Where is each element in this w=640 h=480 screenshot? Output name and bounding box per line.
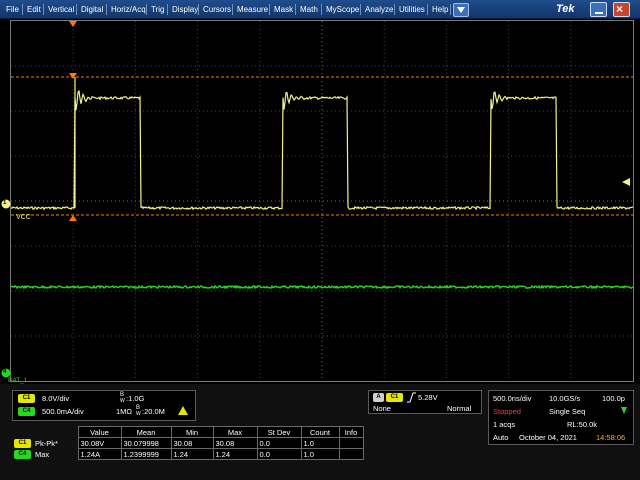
trigger-a-badge: A <box>373 393 384 402</box>
menu-dropdown-button[interactable] <box>453 3 469 17</box>
menu-digital[interactable]: Digital <box>78 0 106 19</box>
meas1-value: 30.08V <box>77 437 122 449</box>
ch1-marker-label: 1 <box>3 200 7 206</box>
meas1-badge: C1 <box>14 438 31 448</box>
warning-icon <box>178 406 188 415</box>
chevron-down-icon <box>457 7 465 13</box>
trigger-coupling: None <box>373 404 391 413</box>
menu-trig[interactable]: Trig <box>148 0 167 19</box>
menu-myscope[interactable]: MyScope <box>323 0 362 19</box>
ch4-impedance: 1MΩ <box>116 407 133 416</box>
ch1-label: VCC <box>16 214 31 221</box>
graticule <box>11 21 633 381</box>
col-count: Count <box>300 426 340 438</box>
col-value: Value <box>77 426 122 438</box>
clock-time: 14:58:06 <box>596 433 626 442</box>
menu-help[interactable]: Help <box>429 0 451 19</box>
ch1-waveform <box>11 89 633 211</box>
ch4-bw-sub: W <box>136 411 141 417</box>
sequence-mode[interactable]: Single Seq <box>549 407 585 416</box>
minimize-icon <box>595 12 603 14</box>
table-row[interactable]: C4 Max 1.24A 1.2399999 1.24 1.24 0.0 1.0 <box>12 448 364 460</box>
menu-measure[interactable]: Measure <box>234 0 271 19</box>
ch4-bandwidth: :20.0M <box>142 407 165 416</box>
measurement-header-row: Value Mean Min Max St Dev Count Info <box>12 426 364 438</box>
waveform-display[interactable] <box>10 20 634 382</box>
table-row[interactable]: C1 Pk-Pk* 30.08V 30.079998 30.08 30.08 0… <box>12 437 364 449</box>
ch4-waveform <box>11 284 633 290</box>
meas1-min: 30.08 <box>170 437 214 449</box>
cursor-marker-lower <box>69 215 77 221</box>
ch4-marker-label: 4 <box>3 369 7 375</box>
menu-math[interactable]: Math <box>297 0 321 19</box>
menu-edit[interactable]: Edit <box>24 0 44 19</box>
brand-logo: Tek <box>556 3 575 15</box>
meas2-name: Max <box>35 449 50 459</box>
measurement-table[interactable]: Value Mean Min Max St Dev Count Info C1 … <box>12 426 364 460</box>
meas2-count: 1.0 <box>300 448 340 460</box>
ch4-scale[interactable]: 500.0mA/div <box>42 407 84 416</box>
menu-file[interactable]: File <box>3 0 22 19</box>
menu-bar: File Edit Vertical Digital Horiz/Acq Tri… <box>0 0 640 19</box>
minimize-button[interactable] <box>590 2 607 17</box>
menu-mask[interactable]: Mask <box>271 0 296 19</box>
trigger-level-marker[interactable] <box>620 178 630 186</box>
menu-utilities[interactable]: Utilities <box>396 0 428 19</box>
meas2-info <box>338 448 364 460</box>
record-length: RL:50.0k <box>567 420 598 429</box>
ch4-label: BAT_1 <box>8 377 28 384</box>
meas2-max: 1.24 <box>212 448 258 460</box>
acquisition-status: Stopped <box>493 407 521 416</box>
meas2-min: 1.24 <box>170 448 214 460</box>
meas1-stdev: 0.0 <box>256 437 302 449</box>
menu-cursors[interactable]: Cursors <box>200 0 234 19</box>
col-info: Info <box>338 426 364 438</box>
ch1-bw-sub: W <box>120 398 125 404</box>
trigger-arrow-icon <box>621 407 627 414</box>
meas1-info <box>338 437 364 449</box>
col-max: Max <box>212 426 258 438</box>
meas1-max: 30.08 <box>212 437 258 449</box>
run-mode: Auto <box>493 433 509 442</box>
rising-edge-icon <box>407 392 416 403</box>
sample-rate: 10.0GS/s <box>549 394 581 403</box>
sample-interval: 100.0p <box>602 394 625 403</box>
ch1-scale[interactable]: 8.0V/div <box>42 394 69 403</box>
menu-analyze[interactable]: Analyze <box>362 0 396 19</box>
close-icon: × <box>616 2 624 16</box>
col-stdev: St Dev <box>256 426 302 438</box>
meas1-count: 1.0 <box>300 437 340 449</box>
trigger-level[interactable]: 5.28V <box>418 393 438 402</box>
time-per-div[interactable]: 500.0ns/div <box>493 394 531 403</box>
col-mean: Mean <box>120 426 172 438</box>
cursor-marker-upper <box>69 73 77 79</box>
meas2-stdev: 0.0 <box>256 448 302 460</box>
menu-vertical[interactable]: Vertical <box>45 0 77 19</box>
acquisition-count: 1 acqs <box>493 420 516 429</box>
menu-horiz-acq[interactable]: Horiz/Acq <box>108 0 149 19</box>
meas1-mean: 30.079998 <box>120 437 172 449</box>
trigger-mode: Normal <box>447 404 472 413</box>
channel-settings-box[interactable] <box>12 390 196 421</box>
trigger-source-badge: C1 <box>386 393 403 402</box>
date: October 04, 2021 <box>519 433 577 442</box>
ch1-badge[interactable]: C1 <box>18 394 35 403</box>
meas2-value: 1.24A <box>77 448 122 460</box>
meas2-badge: C4 <box>14 449 31 459</box>
meas2-mean: 1.2399999 <box>120 448 172 460</box>
menu-display[interactable]: Display <box>169 0 201 19</box>
col-min: Min <box>170 426 214 438</box>
close-button[interactable]: × <box>613 2 630 17</box>
ch4-badge[interactable]: C4 <box>18 407 35 416</box>
meas1-name: Pk-Pk* <box>35 438 58 448</box>
cursor-marker-top <box>69 21 77 27</box>
ch1-bandwidth: :1.0G <box>126 394 145 403</box>
